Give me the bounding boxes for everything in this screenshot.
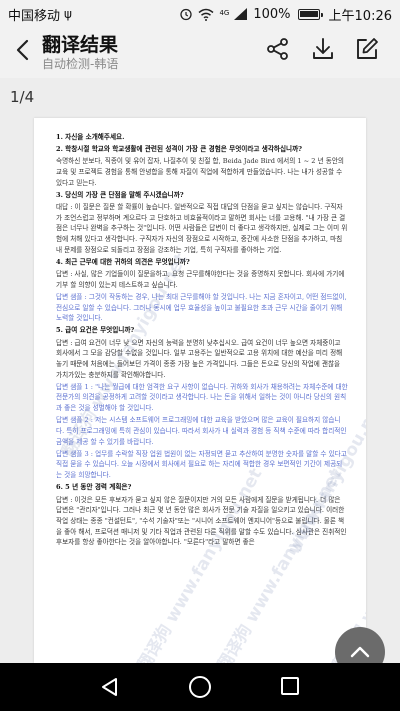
chevron-up-icon (350, 646, 370, 658)
battery-percent: 100% (253, 6, 291, 22)
signal-icon (234, 8, 248, 20)
document-page[interactable]: 1. 자신을 소개해주세요. 2. 학창시절 학교와 학교생활에 관련된 성격이 … (34, 118, 366, 663)
question-heading: 2. 학창시절 학교와 학교생활에 관련된 성격이 가장 큰 경험은 무엇이라고… (56, 145, 303, 154)
language-detect-label[interactable]: 自动检测-韩语 (42, 55, 118, 72)
document-paragraph: 답변 샘플 1 : "나는 월급에 대한 엄격한 요구 사항이 없습니다. 귀하… (56, 382, 348, 413)
document-paragraph: 답변 샘플 3 : 업무를 수락할 직장 업원 법원이 없는 자정되면 묻고 추… (56, 449, 347, 480)
document-paragraph: 답변 샘플 2 : 저는 시스템 소프트웨어 프로그래밍에 대한 교육을 받았으… (56, 416, 347, 446)
wifi-icon (198, 8, 214, 21)
back-arrow-icon[interactable] (12, 38, 36, 62)
nav-home-icon[interactable] (189, 676, 211, 698)
document-text: 1. 자신을 소개해주세요. 2. 학창시절 학교와 학교생활에 관련된 성격이 … (56, 132, 348, 549)
usb-icon: ψ (64, 7, 72, 21)
nav-back-icon[interactable] (100, 677, 120, 697)
carrier-name: 中国移动 (8, 8, 61, 24)
document-paragraph: 답변 : 이것은 모든 후보자가 묻고 싶지 않은 질문이지만 거의 모든 사람… (56, 495, 347, 547)
question-heading: 5. 급여 요건은 무엇입니까? (56, 326, 135, 335)
question-heading: 1. 자신을 소개해주세요. (56, 133, 125, 141)
clock: 上午10:26 (328, 8, 392, 24)
nav-recents-icon[interactable] (281, 677, 299, 695)
alarm-icon (180, 8, 193, 21)
question-heading: 6. 5 년 동안 경력 계획은? (56, 483, 132, 492)
document-paragraph: 숙명하신 분보다, 직종이 및 유어 잡자, 나질추이 및 친절 합, Beid… (56, 157, 344, 187)
network-type: 4G (219, 8, 230, 17)
page-title: 翻译结果 (42, 34, 119, 56)
edit-icon[interactable] (354, 36, 380, 62)
share-icon[interactable] (265, 36, 291, 62)
question-heading: 3. 당신의 가장 큰 단점을 말해 주시겠습니까? (56, 190, 184, 199)
status-right: 4G 100% 上午10:26 (179, 5, 392, 24)
document-paragraph: 답변 : 사실, 많은 기업들이이 질문을하고, 요청 근무를해야한다는 것을 … (56, 270, 345, 289)
battery-icon (297, 8, 323, 20)
status-left: 中国移动 ψ (8, 5, 72, 24)
document-paragraph: 대답 : 이 질문은 질문 할 확률이 높습니다. 일반적으로 직접 대답의 단… (56, 203, 348, 254)
app-header: 翻译结果 自动检测-韩语 (0, 28, 400, 78)
document-paragraph: 답변 샘플 : 그것이 작동하는 경우, 나는 최대 근무를해야 할 것입니다.… (56, 292, 347, 323)
page-indicator: 1/4 (10, 88, 35, 106)
question-heading: 4. 최근 근무에 대한 귀하의 의견은 무엇입니까? (56, 257, 190, 266)
download-icon[interactable] (310, 36, 336, 62)
status-bar: 中国移动 ψ 4G 100% 上午10:26 (0, 0, 400, 28)
document-paragraph: 답변 : 급여 요건이 너무 낮 으면 자신의 능력을 분명히 낮추십시오. 급… (56, 338, 343, 379)
system-nav-bar (0, 663, 400, 711)
